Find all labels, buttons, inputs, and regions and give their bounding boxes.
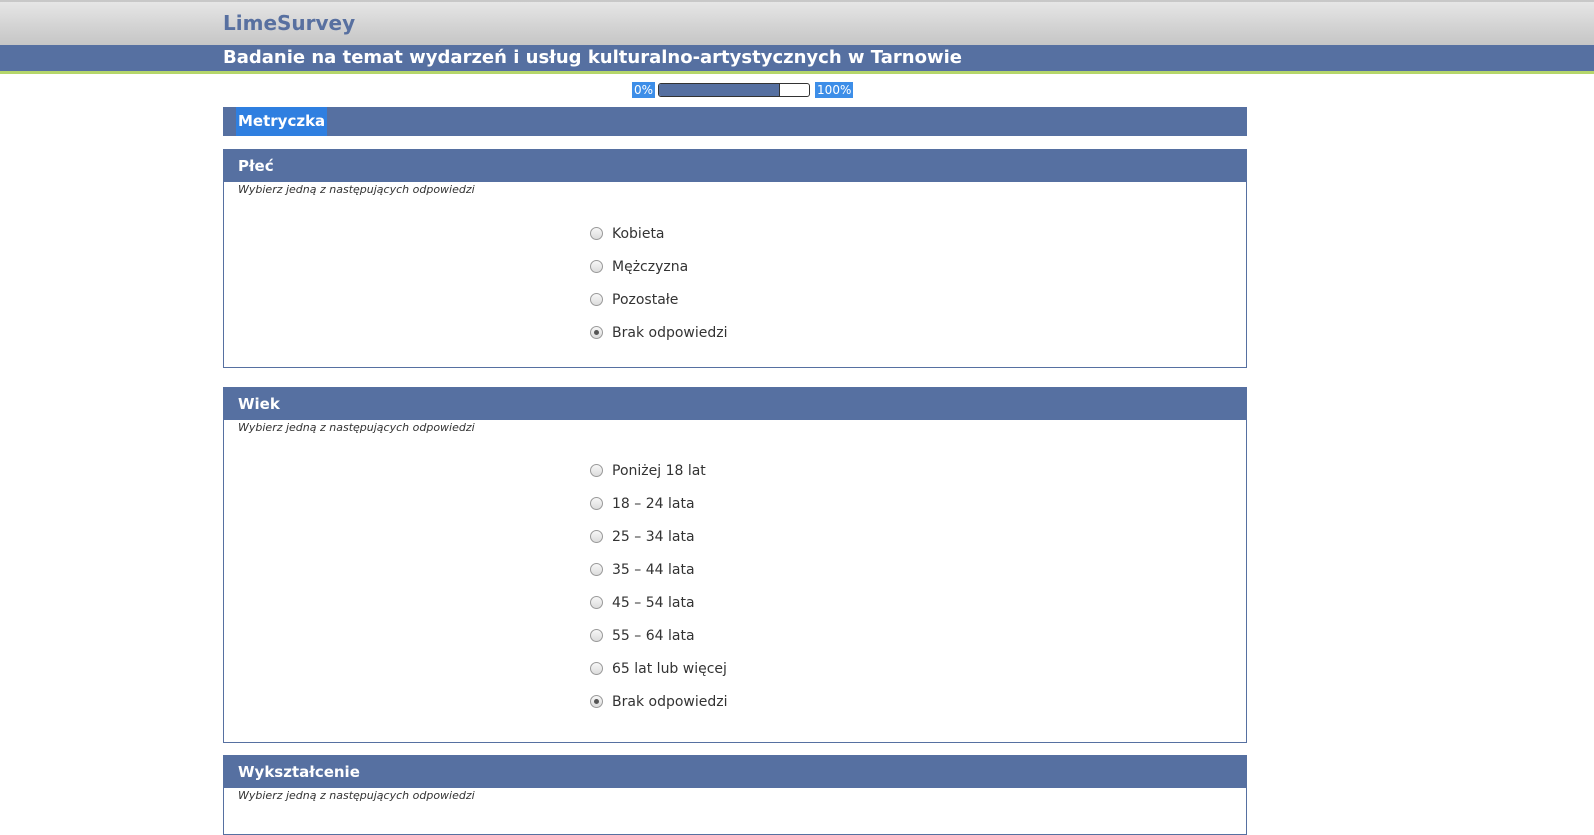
answer-option[interactable]: 55 – 64 lata (590, 619, 727, 652)
progress-indicator: 0% 100% (632, 82, 854, 98)
answer-label: Mężczyzna (612, 258, 689, 275)
radio-button[interactable] (590, 227, 603, 240)
radio-button[interactable] (590, 530, 603, 543)
answer-label: 65 lat lub więcej (612, 660, 727, 677)
answer-list: Poniżej 18 lat 18 – 24 lata 25 – 34 lata… (590, 454, 727, 718)
progress-start-label: 0% (632, 82, 656, 98)
answer-label: Kobieta (612, 225, 665, 242)
question-education: Wykształcenie Wybierz jedną z następując… (223, 755, 1247, 835)
radio-button[interactable] (590, 464, 603, 477)
answer-option[interactable]: 45 – 54 lata (590, 586, 727, 619)
answer-option[interactable]: 18 – 24 lata (590, 487, 727, 520)
question-group-header: Metryczka (223, 107, 1247, 136)
answer-label: 55 – 64 lata (612, 627, 695, 644)
radio-button[interactable] (590, 293, 603, 306)
radio-button[interactable] (590, 695, 603, 708)
answer-option[interactable]: 25 – 34 lata (590, 520, 727, 553)
question-title: Wiek (224, 388, 1246, 420)
question-gender: Płeć Wybierz jedną z następujących odpow… (223, 149, 1247, 368)
radio-button[interactable] (590, 629, 603, 642)
radio-button[interactable] (590, 326, 603, 339)
radio-button[interactable] (590, 662, 603, 675)
radio-button[interactable] (590, 497, 603, 510)
top-banner: LimeSurvey (0, 0, 1594, 45)
answer-list: Kobieta Mężczyzna Pozostałe Brak odpowie… (590, 217, 727, 349)
answer-label: Brak odpowiedzi (612, 324, 728, 341)
answer-label: Brak odpowiedzi (612, 693, 728, 710)
radio-button[interactable] (590, 260, 603, 273)
progress-bar-fill (659, 84, 781, 96)
question-help-text: Wybierz jedną z następujących odpowiedzi (238, 789, 475, 802)
answer-label: 35 – 44 lata (612, 561, 695, 578)
answer-option[interactable]: Mężczyzna (590, 250, 727, 283)
answer-option[interactable]: Brak odpowiedzi (590, 685, 727, 718)
radio-button[interactable] (590, 596, 603, 609)
answer-label: 45 – 54 lata (612, 594, 695, 611)
survey-title-bar: Badanie na temat wydarzeń i usług kultur… (0, 45, 1594, 74)
answer-label: Poniżej 18 lat (612, 462, 706, 479)
answer-label: 25 – 34 lata (612, 528, 695, 545)
answer-option[interactable]: 65 lat lub więcej (590, 652, 727, 685)
question-help-text: Wybierz jedną z następujących odpowiedzi (238, 183, 475, 196)
question-age: Wiek Wybierz jedną z następujących odpow… (223, 387, 1247, 743)
answer-option[interactable]: Brak odpowiedzi (590, 316, 727, 349)
answer-label: Pozostałe (612, 291, 679, 308)
answer-option[interactable]: Kobieta (590, 217, 727, 250)
answer-option[interactable]: 35 – 44 lata (590, 553, 727, 586)
answer-option[interactable]: Pozostałe (590, 283, 727, 316)
progress-end-label: 100% (815, 82, 854, 98)
answer-label: 18 – 24 lata (612, 495, 695, 512)
survey-title: Badanie na temat wydarzeń i usług kultur… (223, 47, 962, 68)
progress-bar (658, 83, 811, 97)
logo: LimeSurvey (223, 11, 356, 35)
question-help-text: Wybierz jedną z następujących odpowiedzi (238, 421, 475, 434)
answer-option[interactable]: Poniżej 18 lat (590, 454, 727, 487)
question-title: Wykształcenie (224, 756, 1246, 788)
question-group-name: Metryczka (236, 107, 328, 136)
radio-button[interactable] (590, 563, 603, 576)
question-title: Płeć (224, 150, 1246, 182)
